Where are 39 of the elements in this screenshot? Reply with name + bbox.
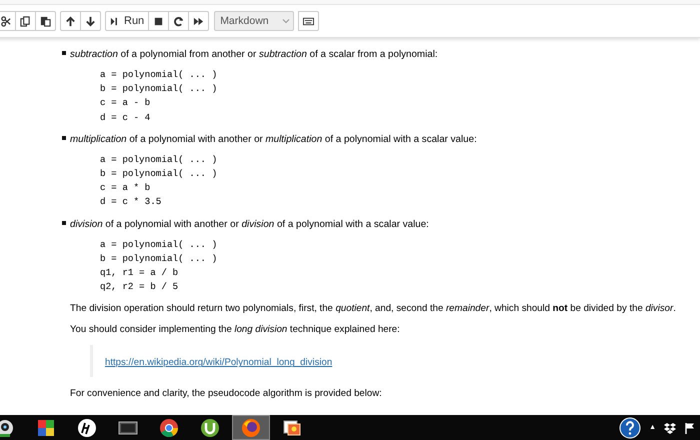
code-text: a = polynomial( ... ) b = polynomial( ... ) c = a * b d = c * 3.5	[100, 152, 218, 210]
paragraph: For convenience and clarity, the pseudocode algorithm is provided below:	[70, 388, 383, 400]
fast-forward-button[interactable]	[188, 11, 210, 31]
paste-button[interactable]	[35, 11, 56, 31]
paragraph: The division operation should return two polynomials, first, the quotient, and, second the remainder, which should not be divided by the divisor.	[70, 303, 677, 314]
puzzle-icon	[36, 418, 56, 438]
scissors-icon	[0, 16, 11, 26]
wikipedia-link[interactable]: https://en.wikipedia.org/wiki/Polynomial_long_division	[105, 357, 332, 368]
code-text: a = polynomial( ... ) b = polynomial( ... ) q1, r1 = a / b q2, r2 = b / 5	[100, 238, 218, 294]
move-down-button[interactable]	[80, 11, 101, 31]
list-item-text: division of a polynomial with another or division of a polynomial with a scalar value:	[70, 218, 429, 230]
paragraph: You should consider implementing the long division technique explained here:	[70, 324, 401, 336]
photos-icon	[282, 418, 302, 438]
bullet-mark	[62, 136, 66, 140]
arrow-down-icon	[85, 16, 96, 26]
cell-type-dropdown[interactable]: Markdown	[214, 11, 294, 31]
copy-icon	[20, 16, 31, 26]
restart-icon	[173, 16, 184, 26]
bullet-mark	[62, 51, 66, 55]
paste-icon	[40, 16, 51, 26]
cut-button[interactable]	[0, 11, 16, 31]
restart-button[interactable]	[168, 11, 190, 31]
help-icon[interactable]	[619, 416, 642, 438]
list-item-text: subtraction of a polynomial from another or subtraction of a scalar from a polynomial:	[70, 49, 438, 60]
arrow-up-icon	[65, 16, 76, 26]
stop-icon	[153, 16, 164, 26]
bullet-mark	[62, 220, 66, 225]
webcam-icon	[0, 418, 15, 438]
fast-forward-icon	[193, 16, 204, 26]
code-text: a = polynomial( ... ) b = polynomial( ... ) c = a - b d = c - 4	[100, 68, 218, 125]
stop-button[interactable]	[148, 11, 170, 31]
copy-button[interactable]	[15, 11, 36, 31]
move-up-button[interactable]	[60, 11, 81, 31]
run-button[interactable]: Run	[105, 11, 150, 31]
caret-icon	[282, 17, 290, 25]
keyboard-button[interactable]	[298, 11, 320, 31]
flag-icon[interactable]	[684, 422, 696, 434]
keyboard-icon	[303, 16, 314, 26]
list-item-text: multiplication of a polynomial with another or multiplication of a polynomial with a scalar value:	[70, 134, 477, 145]
